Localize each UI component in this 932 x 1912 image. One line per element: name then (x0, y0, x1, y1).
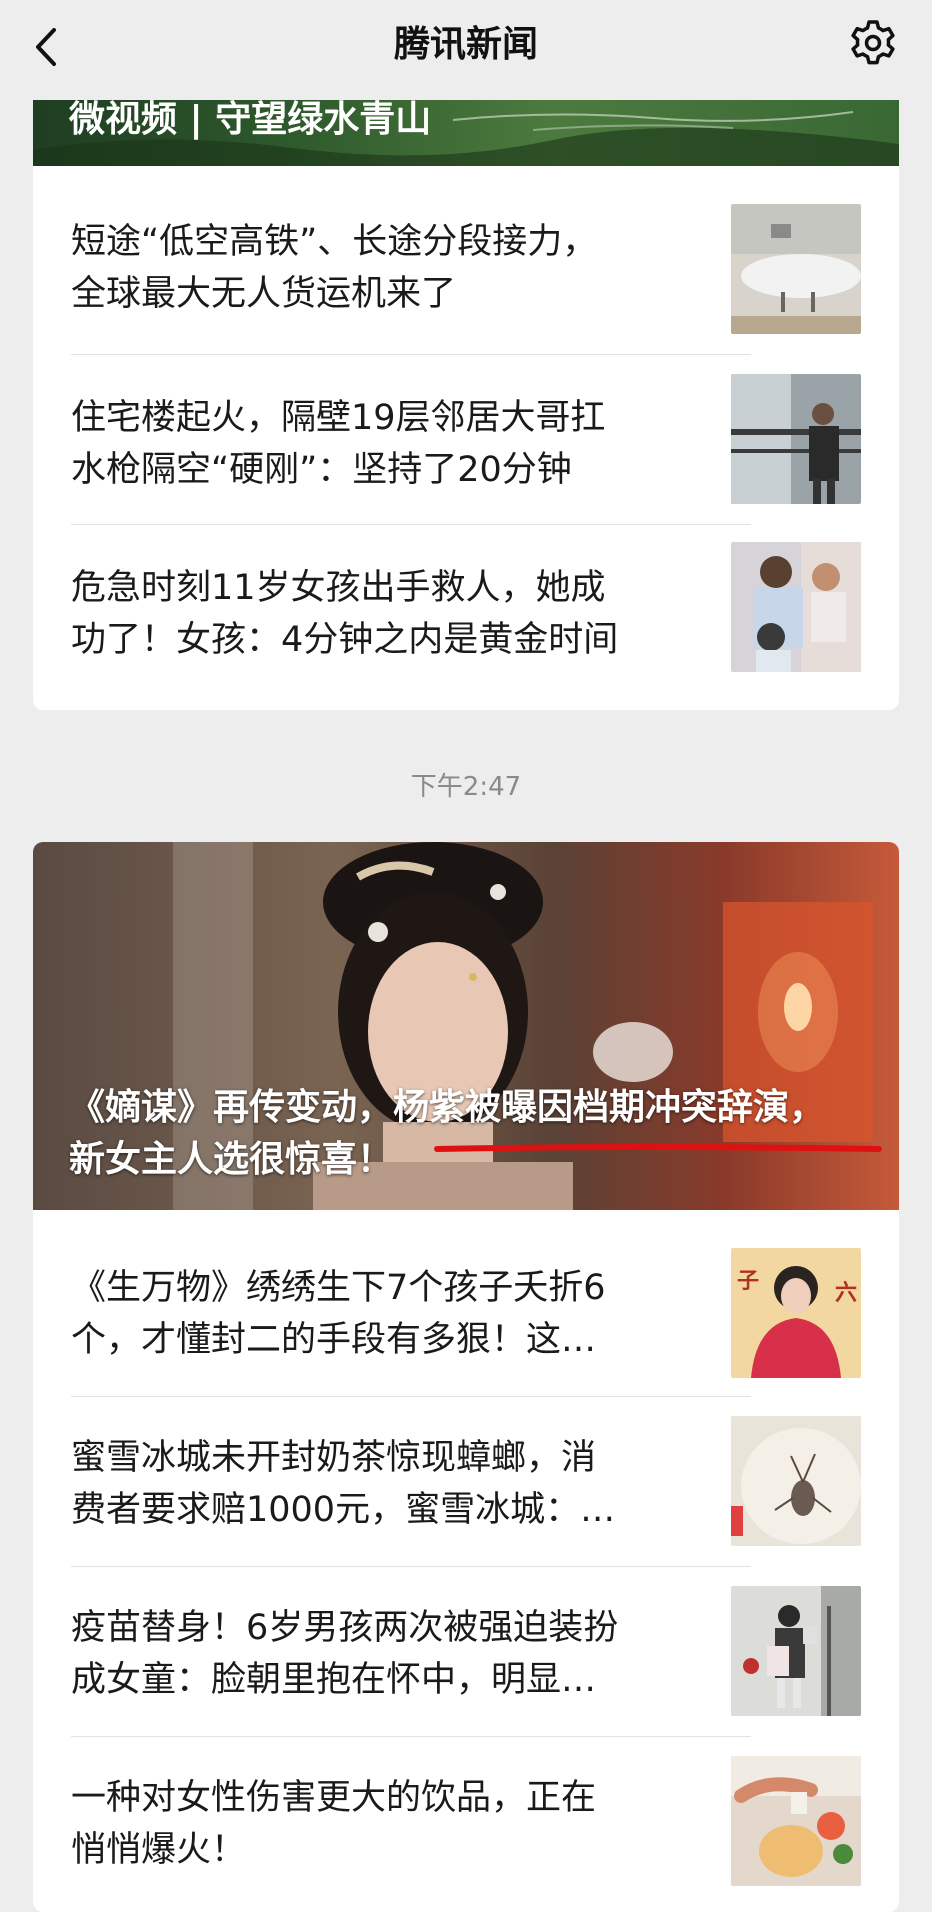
news-card: 微视频 | 守望绿水青山 短途“低空高铁”、长途分段接力， 全球最大无人货运机来… (33, 100, 899, 710)
news-item[interactable]: 《生万物》绣绣生下7个孩子夭折6 个，才懂封二的手段有多狠！这… 子 六 (33, 1210, 899, 1396)
thumbnail-image (731, 542, 861, 672)
news-item[interactable]: 蜜雪冰城未开封奶茶惊现蟑螂，消 费者要求赔1000元，蜜雪冰城：… (33, 1396, 899, 1566)
news-title: 《生万物》绣绣生下7个孩子夭折6 个，才懂封二的手段有多狠！这… (71, 1268, 606, 1360)
thumbnail-image (731, 204, 861, 334)
news-item[interactable]: 危急时刻11岁女孩出手救人，她成 功了！女孩：4分钟之内是黄金时间 (33, 524, 899, 710)
news-item[interactable]: 住宅楼起火，隔壁19层邻居大哥扛 水枪隔空“硬刚”：坚持了20分钟 (33, 354, 899, 524)
news-item[interactable]: 短途“低空高铁”、长途分段接力， 全球最大无人货运机来了 (33, 166, 899, 354)
svg-text:子: 子 (737, 1269, 759, 1294)
top-bar: 腾讯新闻 (0, 0, 932, 100)
gear-icon[interactable] (848, 18, 898, 68)
red-underline-annotation (434, 1144, 882, 1152)
news-title: 短途“低空高铁”、长途分段接力， 全球最大无人货运机来了 (71, 222, 598, 314)
thumbnail-image (731, 1416, 861, 1546)
timestamp: 下午2:47 (410, 772, 522, 802)
thumbnail-image (731, 1586, 861, 1716)
news-title: 危急时刻11岁女孩出手救人，她成 功了！女孩：4分钟之内是黄金时间 (71, 568, 619, 660)
news-card: 《嫡谋》再传变动，杨紫被曝因档期冲突辞演， 新女主人选很惊喜！ 《生万物》绣绣生… (33, 842, 899, 1912)
video-banner[interactable]: 微视频 | 守望绿水青山 (33, 100, 899, 166)
thumbnail-image: 子 六 (731, 1248, 861, 1378)
thumbnail-image (731, 374, 861, 504)
thumbnail-image (731, 1756, 861, 1886)
banner-title: 微视频 | 守望绿水青山 (69, 100, 432, 140)
news-item[interactable]: 疫苗替身！6岁男孩两次被强迫装扮 成女童：脸朝里抱在怀中，明显… (33, 1566, 899, 1736)
hero-title: 《嫡谋》再传变动，杨紫被曝因档期冲突辞演， 新女主人选很惊喜！ (69, 1087, 826, 1180)
page-title: 腾讯新闻 (393, 24, 538, 65)
news-title: 住宅楼起火，隔壁19层邻居大哥扛 水枪隔空“硬刚”：坚持了20分钟 (71, 398, 606, 490)
news-title: 蜜雪冰城未开封奶茶惊现蟑螂，消 费者要求赔1000元，蜜雪冰城：… (71, 1438, 616, 1530)
svg-text:六: 六 (835, 1281, 857, 1306)
news-item[interactable]: 一种对女性伤害更大的饮品，正在 悄悄爆火！ (33, 1736, 899, 1912)
news-title: 疫苗替身！6岁男孩两次被强迫装扮 成女童：脸朝里抱在怀中，明显… (71, 1608, 619, 1700)
hero-news[interactable]: 《嫡谋》再传变动，杨紫被曝因档期冲突辞演， 新女主人选很惊喜！ (33, 842, 899, 1210)
news-title: 一种对女性伤害更大的饮品，正在 悄悄爆火！ (71, 1778, 597, 1870)
